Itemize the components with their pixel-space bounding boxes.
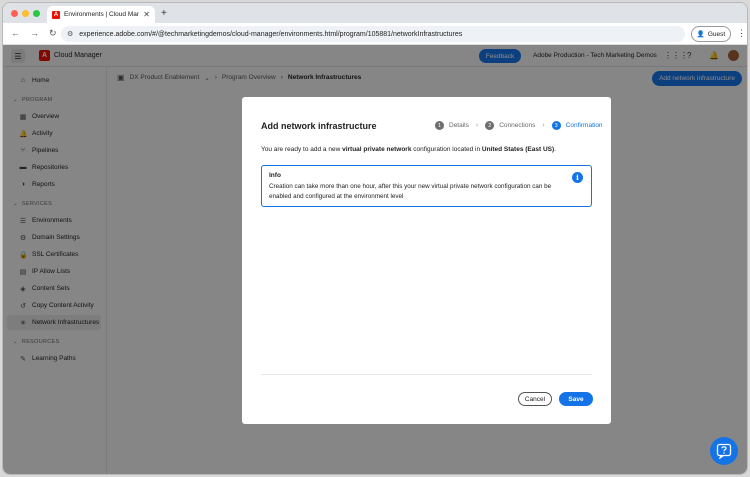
help-icon — [716, 443, 732, 459]
adobe-favicon-icon: A — [52, 10, 60, 19]
step-3-number: 3 — [551, 121, 561, 130]
add-network-infrastructure-dialog: Add network infrastructure 1 Details › 2… — [242, 97, 611, 424]
maximize-window-button[interactable] — [33, 10, 40, 17]
dialog-title: Add network infrastructure — [261, 121, 377, 131]
cancel-button[interactable]: Cancel — [518, 392, 552, 406]
back-icon[interactable]: ← — [11, 28, 20, 39]
reload-icon[interactable]: ↻ — [49, 28, 57, 39]
step-3-label: Confirmation — [565, 122, 603, 129]
info-text: Creation can take more than one hour, af… — [269, 183, 552, 200]
confirmation-message: You are ready to add a new virtual priva… — [261, 146, 556, 153]
msg-suffix: . — [554, 146, 556, 153]
help-fab-button[interactable] — [710, 437, 738, 465]
browser-tab[interactable]: A Environments | Cloud Manage ✕ — [47, 6, 155, 23]
user-icon: 👤 — [696, 31, 705, 38]
step-1-label: Details — [449, 122, 469, 129]
guest-label: Guest — [707, 30, 726, 38]
nav-buttons: ← → ↻ — [11, 28, 57, 39]
chevron-right-icon: › — [475, 122, 479, 129]
new-tab-icon[interactable]: + — [161, 8, 167, 19]
window-controls — [11, 10, 40, 17]
forward-icon[interactable]: → — [30, 28, 39, 39]
step-1-number: 1 — [435, 121, 444, 130]
url-field[interactable]: ⚙ experience.adobe.com/#/@techmarketingd… — [61, 26, 685, 42]
browser-menu-icon[interactable]: ⋮ — [737, 28, 746, 39]
info-icon: i — [572, 172, 583, 183]
address-bar-row: ← → ↻ ⚙ experience.adobe.com/#/@techmark… — [3, 23, 747, 45]
tab-title: Environments | Cloud Manage — [64, 11, 140, 18]
url-text: experience.adobe.com/#/@techmarketingdem… — [79, 30, 463, 38]
guest-profile-button[interactable]: 👤 Guest — [691, 26, 731, 42]
msg-prefix: You are ready to add a new — [261, 146, 343, 153]
info-alert: Info Creation can take more than one hou… — [261, 165, 592, 207]
close-window-button[interactable] — [11, 10, 18, 17]
browser-tab-bar: A Environments | Cloud Manage ✕ + — [3, 3, 747, 23]
msg-region: United States (East US) — [481, 146, 555, 153]
step-2-label: Connections — [499, 122, 536, 129]
save-button[interactable]: Save — [559, 392, 593, 406]
minimize-window-button[interactable] — [22, 10, 29, 17]
close-tab-icon[interactable]: ✕ — [143, 10, 150, 19]
msg-middle: configuration located in — [411, 146, 482, 153]
chevron-right-icon: › — [542, 122, 545, 129]
msg-network-type: virtual private network — [342, 146, 412, 153]
dialog-divider — [261, 374, 592, 375]
info-title: Info — [269, 172, 281, 179]
step-2-number: 2 — [485, 121, 495, 130]
stepper: 1 Details › 2 Connections › 3 Confirmati… — [435, 121, 603, 130]
site-settings-icon[interactable]: ⚙ — [67, 30, 73, 38]
